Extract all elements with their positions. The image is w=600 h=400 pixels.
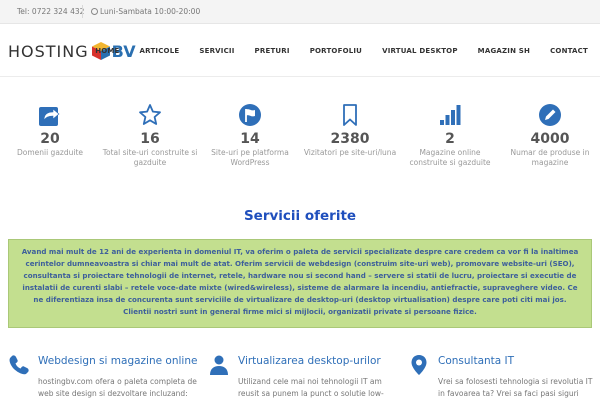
service-text: Utilizand cele mai noi tehnologii IT am … [238,377,384,398]
location-icon [411,355,427,375]
logo-text-hosting: HOSTING [8,41,89,61]
stat-visitors: 2380 Vizitatori pe site-uri/luna [300,103,400,158]
stat-label: Site-uri pe platforma WordPress [211,148,289,167]
pencil-icon [539,104,561,126]
flag-icon [239,104,261,126]
user-icon [210,355,228,375]
nav-articole[interactable]: ARTICOLE [140,47,180,55]
top-bar: Tel: 0722 324 432 Luni-Sambata 10:00-20:… [0,0,600,24]
main-nav: HOME ARTICOLE SERVICII PRETURI PORTOFOLI… [95,25,588,77]
nav-home[interactable]: HOME [95,47,119,55]
nav-magazin-sh[interactable]: MAGAZIN SH [478,47,530,55]
stat-number: 20 [40,131,60,147]
stat-products: 4000 Numar de produse in magazine [500,103,600,168]
stat-label: Numar de produse in magazine [510,148,590,167]
service-text: Vrei sa folosesti tehnologia si revoluti… [438,377,593,398]
phone-icon [9,355,29,375]
service-title[interactable]: Virtualizarea desktop-urilor [238,355,381,367]
service-title[interactable]: Consultanta IT [438,355,514,367]
nav-virtual-desktop[interactable]: VIRTUAL DESKTOP [382,47,458,55]
stat-shops: 2 Magazine online construite si gazduite [400,103,500,168]
services-intro-box: Avand mai mult de 12 ani de experienta i… [8,239,592,328]
stat-number: 2380 [330,131,370,147]
stat-domains: 20 Domenii gazduite [0,103,100,158]
stat-label: Vizitatori pe site-uri/luna [303,148,397,157]
stat-label: Domenii gazduite [16,148,84,157]
stat-number: 14 [240,131,260,147]
opening-hours-text: Luni-Sambata 10:00-20:00 [100,7,201,16]
nav-servicii[interactable]: SERVICII [199,47,234,55]
stat-number: 2 [445,131,455,147]
site-header: HOSTING BV HOME ARTICOLE SERVICII PRETUR… [0,25,600,77]
stat-number: 4000 [530,131,570,147]
opening-hours: Luni-Sambata 10:00-20:00 [91,6,200,18]
stat-number: 16 [140,131,160,147]
stat-sites: 16 Total site-uri construite si gazduite [100,103,200,168]
service-title[interactable]: Webdesign si magazine online [38,355,197,367]
nav-preturi[interactable]: PRETURI [255,47,290,55]
stats-row: 20 Domenii gazduite 16 Total site-uri co… [0,103,600,193]
share-icon [39,107,60,126]
topbar-divider [82,5,83,18]
nav-portofoliu[interactable]: PORTOFOLIU [310,47,362,55]
stat-label: Magazine online construite si gazduite [409,148,491,167]
service-text: hostingbv.com ofera o paleta completa de… [38,377,197,398]
section-title: Servicii oferite [243,208,357,224]
star-icon [139,104,161,125]
phone-number[interactable]: Tel: 0722 324 432 [17,6,84,18]
signal-icon [440,105,461,125]
nav-contact[interactable]: CONTACT [550,47,588,55]
stat-wordpress: 14 Site-uri pe platforma WordPress [200,103,300,168]
bookmark-icon [343,104,357,126]
clock-icon [91,8,98,15]
stat-label: Total site-uri construite si gazduite [102,148,198,167]
services-intro-text: Avand mai mult de 12 ani de experienta i… [21,247,579,316]
